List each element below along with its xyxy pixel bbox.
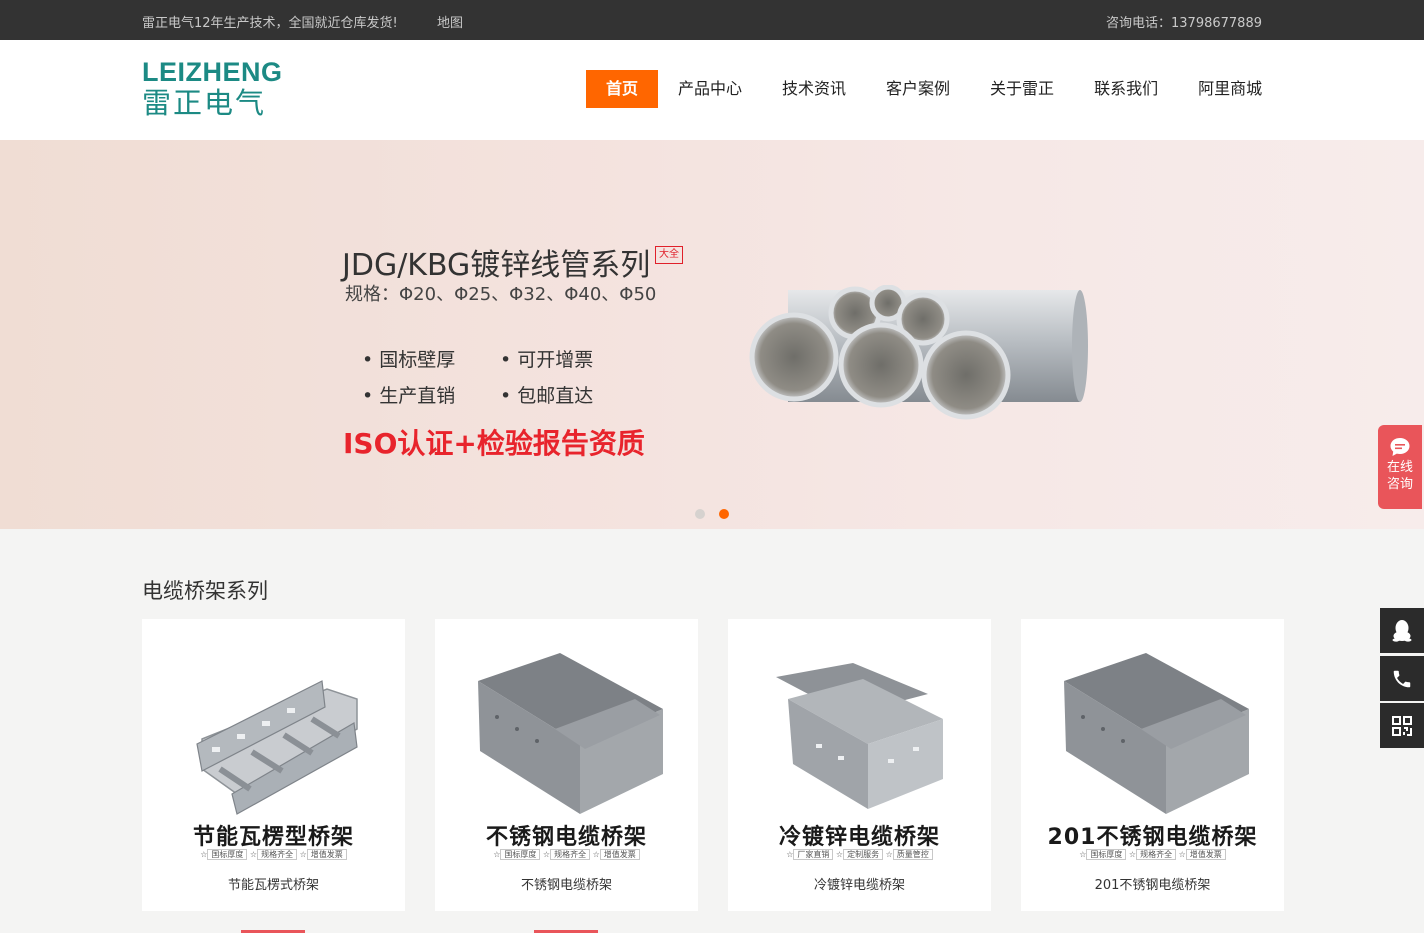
logo-zh-text: 雷正电气 <box>142 86 267 120</box>
phone-button[interactable] <box>1380 656 1424 701</box>
product-grid: 节能瓦楞型桥架 ☆ 国标厚度 ☆ 规格齐全 ☆ 增值发票 节能瓦楞式桥架 不锈钢电缆桥… <box>142 619 1284 911</box>
nav-item-about[interactable]: 关于雷正 <box>970 70 1074 108</box>
product-tag: 质量管控 <box>892 849 933 860</box>
product-tag: 增值发票 <box>306 849 347 860</box>
banner-badge: 大全 <box>655 246 683 264</box>
product-name[interactable]: 节能瓦楞式桥架 <box>142 874 405 893</box>
product-name[interactable]: 不锈钢电缆桥架 <box>435 874 698 893</box>
banner-cert: ISO认证+检验报告资质 <box>343 427 645 460</box>
nav-item-ali-store[interactable]: 阿里商城 <box>1178 70 1282 108</box>
product-image-tags: ☆ 国标厚度 ☆ 规格齐全 ☆ 增值发票 <box>435 849 698 860</box>
product-name[interactable]: 201不锈钢电缆桥架 <box>1021 874 1284 893</box>
product-card[interactable]: 节能瓦楞型桥架 ☆ 国标厚度 ☆ 规格齐全 ☆ 增值发票 节能瓦楞式桥架 <box>142 619 405 911</box>
product-image-tags: ☆ 国标厚度 ☆ 规格齐全 ☆ 增值发票 <box>142 849 405 860</box>
phone-icon <box>1393 670 1411 687</box>
banner-feature: • 国标壁厚 <box>362 349 456 371</box>
product-tag: 定制服务 <box>843 849 884 860</box>
nav-item-home[interactable]: 首页 <box>586 70 658 108</box>
banner-spec: 规格：Φ20、Φ25、Φ32、Φ40、Φ50 <box>345 284 657 305</box>
consult-label: 在线 <box>1386 460 1413 475</box>
qr-code-button[interactable] <box>1380 703 1424 748</box>
banner-title: JDG/KBG镀锌线管系列 <box>342 248 651 283</box>
header: LEIZHENG 雷正电气 首页 产品中心 技术资讯 客户案例 关于雷正 联系我… <box>0 40 1424 140</box>
product-tag: 增值发票 <box>599 849 640 860</box>
online-consult-button[interactable]: 在线 咨询 <box>1378 425 1422 509</box>
product-tag: 厂家直销 <box>793 849 834 860</box>
logo-en-text: LEIZHENG <box>142 57 283 87</box>
main-nav: 首页 产品中心 技术资讯 客户案例 关于雷正 联系我们 阿里商城 <box>586 70 1282 108</box>
logo[interactable]: LEIZHENG 雷正电气 <box>142 58 284 122</box>
nav-item-products[interactable]: 产品中心 <box>658 70 762 108</box>
product-card[interactable]: 201不锈钢电缆桥架 ☆ 国标厚度 ☆ 规格齐全 ☆ 增值发票 201不锈钢电缆桥架 <box>1021 619 1284 911</box>
carousel-dot-active[interactable] <box>719 509 729 519</box>
product-name[interactable]: 冷镀锌电缆桥架 <box>728 874 991 893</box>
nav-item-cases[interactable]: 客户案例 <box>866 70 970 108</box>
top-bar: 雷正电气12年生产技术，全国就近仓库发货! 地图 咨询电话：1379867788… <box>0 0 1424 40</box>
product-card[interactable]: 冷镀锌电缆桥架 ☆ 厂家直销 ☆ 定制服务 ☆ 质量管控 冷镀锌电缆桥架 <box>728 619 991 911</box>
product-tag: 规格齐全 <box>257 849 298 860</box>
product-image-caption: 冷镀锌电缆桥架 <box>778 825 940 850</box>
product-image-caption: 不锈钢电缆桥架 <box>485 825 647 850</box>
map-link[interactable]: 地图 <box>437 12 463 31</box>
nav-item-tech-news[interactable]: 技术资讯 <box>762 70 866 108</box>
qq-button[interactable] <box>1380 608 1424 653</box>
qr-code-icon <box>1392 715 1412 736</box>
product-tag: 国标厚度 <box>500 849 541 860</box>
consult-label: 咨询 <box>1386 477 1413 492</box>
carousel-dot[interactable] <box>695 509 705 519</box>
carousel-dots <box>695 509 729 519</box>
banner-feature: • 包邮直达 <box>500 385 594 407</box>
nav-item-contact[interactable]: 联系我们 <box>1074 70 1178 108</box>
qq-penguin-icon <box>1392 619 1412 642</box>
contact-phone: 咨询电话：13798677889 <box>1106 16 1262 31</box>
product-tag: 规格齐全 <box>1136 849 1177 860</box>
product-tag: 规格齐全 <box>550 849 591 860</box>
product-image-tags: ☆ 厂家直销 ☆ 定制服务 ☆ 质量管控 <box>728 849 991 860</box>
product-image-caption: 节能瓦楞型桥架 <box>192 825 354 850</box>
product-tag: 增值发票 <box>1185 849 1226 860</box>
product-image-caption: 201不锈钢电缆桥架 <box>1047 825 1258 850</box>
product-image-tags: ☆ 国标厚度 ☆ 规格齐全 ☆ 增值发票 <box>1021 849 1284 860</box>
chat-bubble-icon <box>1378 437 1422 459</box>
section-title: 电缆桥架系列 <box>142 579 268 603</box>
galvanized-pipes-image <box>749 285 1088 420</box>
hero-banner[interactable]: JDG/KBG镀锌线管系列 大全 规格：Φ20、Φ25、Φ32、Φ40、Φ50 … <box>0 140 1424 529</box>
product-tag: 国标厚度 <box>207 849 248 860</box>
banner-feature: • 生产直销 <box>362 385 456 407</box>
product-tag: 国标厚度 <box>1086 849 1127 860</box>
banner-feature: • 可开增票 <box>500 349 594 371</box>
top-notice: 雷正电气12年生产技术，全国就近仓库发货! <box>142 16 398 31</box>
product-card[interactable]: 不锈钢电缆桥架 ☆ 国标厚度 ☆ 规格齐全 ☆ 增值发票 不锈钢电缆桥架 <box>435 619 698 911</box>
